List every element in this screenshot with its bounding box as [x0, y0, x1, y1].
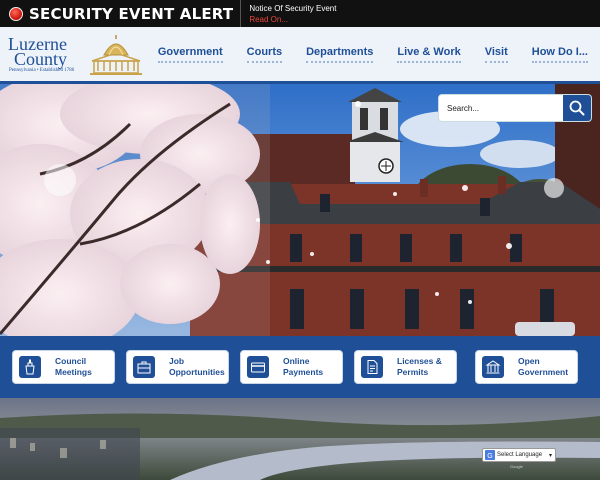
nav-courts[interactable]: Courts [246, 46, 283, 63]
hero-image [0, 84, 600, 336]
site-search [438, 94, 592, 122]
security-alert-bar: SECURITY EVENT ALERT Notice Of Security … [0, 0, 600, 27]
county-logo[interactable]: Luzerne County Pennsylvania • Establishe… [6, 35, 146, 77]
language-selector-label: Select Language [497, 452, 543, 458]
alert-icon [9, 6, 23, 21]
nav-live-work[interactable]: Live & Work [397, 46, 461, 63]
briefcase-icon [133, 356, 155, 378]
credit-card-icon [247, 356, 269, 378]
courthouse-icon [482, 356, 504, 378]
document-icon [361, 356, 383, 378]
podium-icon [19, 356, 41, 378]
logo-tagline: Pennsylvania • Established 1786 [9, 68, 75, 73]
logo-wordmark: Luzerne County [8, 35, 68, 69]
quick-link-label: Open Government [518, 356, 569, 377]
search-button[interactable] [563, 95, 591, 121]
nav-departments[interactable]: Departments [306, 46, 374, 63]
alert-message-block: Notice Of Security Event Read On... [249, 0, 336, 27]
quick-link-label: Licenses & Permits [397, 356, 442, 377]
logo-name-line2: County [14, 49, 68, 69]
quick-link-job-opportunities[interactable]: Job Opportunities [126, 350, 229, 384]
svg-text:G: G [487, 453, 492, 460]
chevron-down-icon: ▾ [548, 452, 552, 459]
courthouse-dome-icon [90, 35, 142, 75]
quick-link-label: Council Meetings [55, 356, 92, 377]
quick-link-licenses-permits[interactable]: Licenses & Permits [354, 350, 457, 384]
alert-message: Notice Of Security Event [249, 3, 337, 13]
nav-how-do-i[interactable]: How Do I... [531, 46, 588, 63]
search-icon [569, 100, 585, 116]
quick-link-open-government[interactable]: Open Government [475, 350, 578, 384]
language-selector[interactable]: G Select Language ▾ [482, 448, 556, 462]
search-input[interactable] [439, 95, 563, 121]
alert-read-on-link[interactable]: Read On... [249, 14, 336, 25]
google-translate-icon: G [485, 450, 495, 460]
powered-by-google: Google [510, 464, 523, 469]
quick-link-label: Online Payments [283, 356, 324, 377]
quick-links-bar: Council Meetings Job Opportunities Onlin… [0, 336, 600, 398]
nav-government[interactable]: Government [157, 46, 223, 63]
alert-divider [240, 0, 242, 27]
site-header: Luzerne County Pennsylvania • Establishe… [0, 27, 600, 84]
alert-title: SECURITY EVENT ALERT [29, 4, 234, 23]
nav-visit[interactable]: Visit [484, 46, 508, 63]
quick-link-council-meetings[interactable]: Council Meetings [12, 350, 115, 384]
main-navigation: Government Courts Departments Live & Wor… [146, 27, 600, 81]
quick-link-label: Job Opportunities [169, 356, 225, 377]
quick-link-online-payments[interactable]: Online Payments [240, 350, 343, 384]
